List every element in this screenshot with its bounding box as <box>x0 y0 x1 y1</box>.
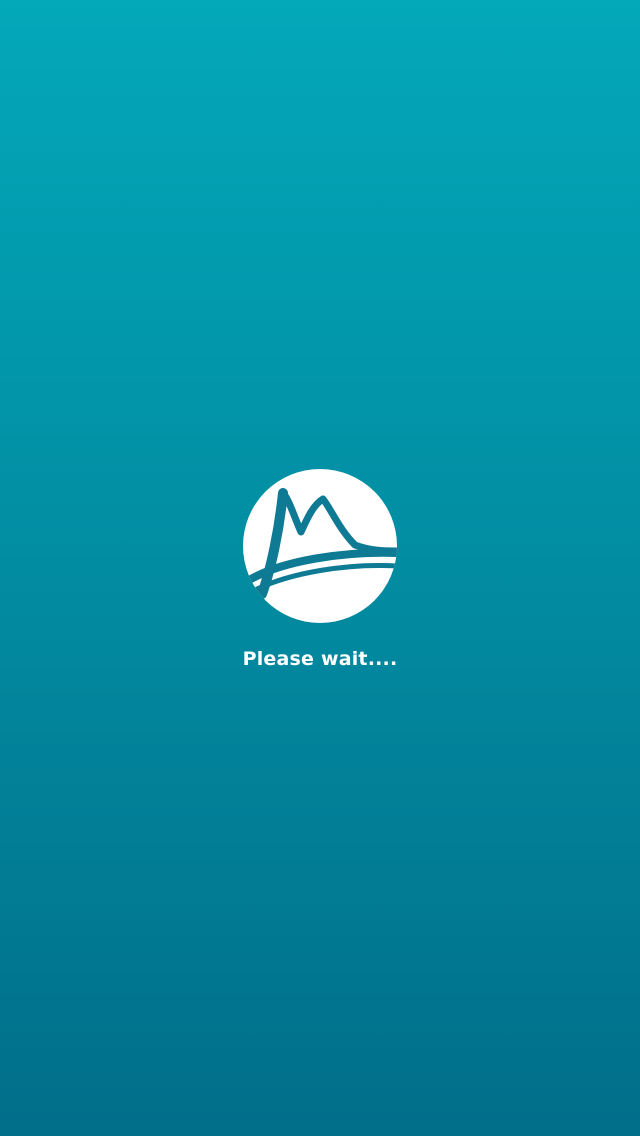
loading-status-text: Please wait.... <box>242 648 398 670</box>
splash-screen: Please wait.... <box>0 0 640 1136</box>
bridge-logo-icon <box>243 469 397 623</box>
